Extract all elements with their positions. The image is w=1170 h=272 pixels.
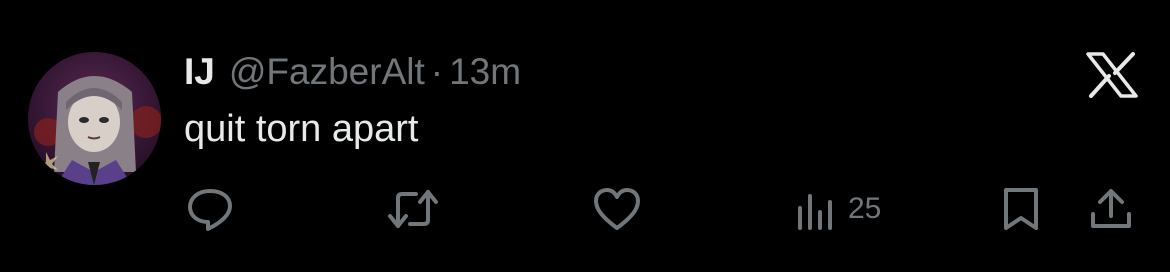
reply-icon [188, 189, 232, 231]
like-button[interactable] [592, 186, 642, 232]
share-icon [1091, 189, 1131, 228]
timestamp[interactable]: 13m [449, 51, 521, 93]
heart-icon [594, 188, 640, 230]
retweet-icon [388, 190, 438, 228]
bookmark-icon [1004, 188, 1038, 230]
retweet-button[interactable] [386, 186, 440, 232]
separator-dot: · [430, 51, 444, 92]
tweet-header: IJ @FazberAlt · 13m [184, 50, 521, 94]
avatar[interactable] [28, 52, 161, 185]
user-handle[interactable]: @FazberAlt [229, 51, 425, 93]
avatar-image [28, 52, 161, 185]
bookmark-button[interactable] [1000, 186, 1042, 232]
views-button[interactable]: 25 [796, 186, 881, 232]
x-logo-icon[interactable] [1086, 52, 1138, 98]
display-name[interactable]: IJ [184, 51, 215, 93]
views-count: 25 [848, 192, 882, 225]
tweet-text: quit torn apart [184, 108, 419, 150]
reply-button[interactable] [186, 186, 234, 232]
action-bar: 25 [0, 186, 1170, 232]
views-chart-icon [798, 194, 832, 230]
share-button[interactable] [1088, 186, 1134, 232]
